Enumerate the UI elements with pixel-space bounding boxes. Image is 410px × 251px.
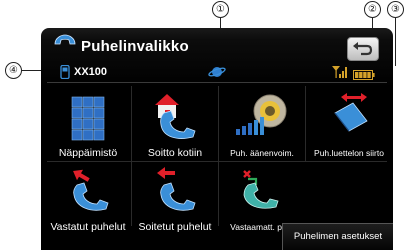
tile-missed-calls[interactable]: Vastaamatt. puh.: [220, 165, 304, 232]
dialled-calls-icon: [157, 167, 196, 211]
call-home-icon: [155, 94, 196, 139]
page-title: Puhelinvalikko: [81, 38, 189, 55]
tile-call-home[interactable]: Soitto kotiin: [133, 91, 217, 159]
callout-1: ①: [212, 1, 229, 18]
tile-phone-volume[interactable]: Puh. äänenvoim.: [220, 91, 304, 158]
tile-label: Soitetut puhelut: [138, 221, 212, 233]
grid-divider: [47, 161, 387, 162]
device-name: XX100: [74, 66, 108, 78]
back-arrow-icon: [353, 42, 373, 56]
phonebook-transfer-icon: [334, 93, 368, 132]
tile-label: Näppäimistö: [58, 147, 118, 159]
tile-label: Puh.luettelon siirto: [314, 148, 384, 158]
callout-3-leader: [395, 18, 396, 66]
callout-4: ④: [5, 62, 22, 79]
phone-volume-icon: [236, 94, 287, 135]
tile-label: Soitto kotiin: [147, 147, 203, 159]
tile-phonebook-transfer[interactable]: Puh.luettelon siirto: [307, 91, 391, 158]
back-button[interactable]: [347, 37, 379, 61]
phone-menu-screen: Puhelinvalikko XX100 Näppäimistö Soitto …: [41, 28, 393, 250]
missed-calls-icon: [243, 170, 279, 209]
received-calls-icon: [73, 169, 109, 211]
tile-dialled-calls[interactable]: Soitetut puhelut: [133, 165, 217, 233]
tile-keypad[interactable]: Näppäimistö: [46, 91, 130, 159]
phone-handset-icon: [53, 34, 77, 57]
tile-received-calls[interactable]: Vastatut puhelut: [46, 165, 130, 233]
keypad-icon: [71, 96, 105, 141]
phone-settings-button[interactable]: Puhelimen asetukset: [282, 223, 393, 250]
header-divider: [47, 82, 387, 83]
callout-2: ②: [364, 1, 381, 18]
tile-label: Vastatut puhelut: [50, 221, 126, 233]
tile-label: Puh. äänenvoim.: [230, 148, 294, 158]
callout-3: ③: [387, 1, 404, 18]
